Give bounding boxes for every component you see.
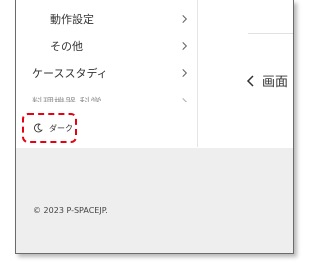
copyright-text: © 2023 P-SPACEJP. [33,206,108,215]
sidebar-item-partial[interactable]: 料理機器 科学 [16,88,197,102]
chevron-right-icon [182,98,188,102]
chevron-right-icon [182,15,188,23]
dark-mode-toggle[interactable]: ダーク [22,113,77,143]
moon-icon [34,123,43,133]
chevron-right-icon [182,42,188,50]
header-divider [248,33,293,34]
chevron-left-icon [246,74,254,87]
browser-frame: 動作設定 その他 ケーススタディ 料理機器 科学 ダーク 画面 © 2023 P… [15,0,294,254]
sidebar-item-other[interactable]: その他 [16,33,197,59]
sidebar-item-label: その他 [50,40,83,53]
sidebar: 動作設定 その他 ケーススタディ 料理機器 科学 ダーク [16,0,198,147]
sidebar-item-operation-settings[interactable]: 動作設定 [16,6,197,32]
sidebar-item-label: 動作設定 [50,13,94,26]
sidebar-item-label: ケーススタディ [32,67,108,80]
footer: © 2023 P-SPACEJP. [16,148,293,253]
sidebar-item-label: 料理機器 科学 [32,94,102,102]
back-link-label: 画面 [262,75,289,90]
back-link[interactable]: 画面 [246,71,288,90]
sidebar-item-case-study[interactable]: ケーススタディ [16,60,197,86]
chevron-right-icon [182,69,188,77]
dark-mode-label: ダーク [49,123,73,133]
